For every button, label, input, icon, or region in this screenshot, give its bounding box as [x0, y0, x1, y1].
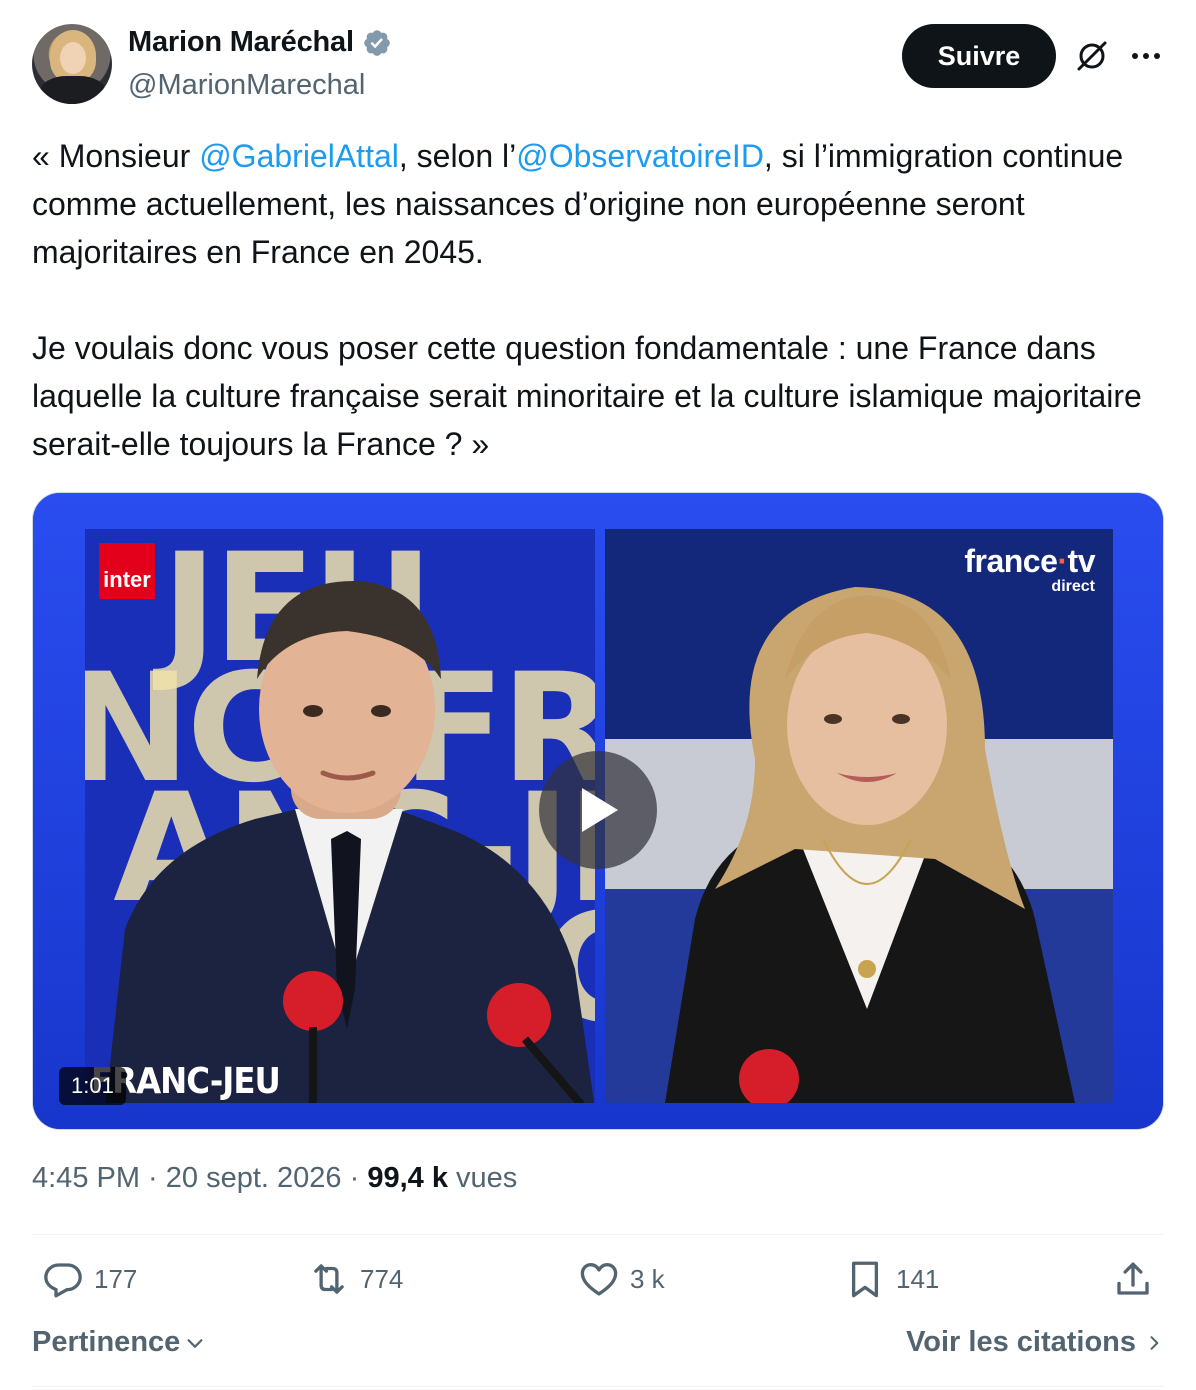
video-player[interactable]: JEU NC- FRANC ANC-JEU FR NC inter — [32, 492, 1164, 1130]
tweet-header: Marion Maréchal @MarionMarechal Suivre — [32, 24, 1164, 106]
author-name-row: Marion Maréchal — [128, 26, 392, 59]
share-button[interactable] — [1112, 1258, 1154, 1300]
france-tv-logo-word: france — [964, 543, 1058, 579]
france-tv-logo-word: tv — [1067, 543, 1096, 579]
sort-label: Pertinence — [32, 1326, 181, 1358]
play-button[interactable] — [539, 751, 657, 869]
views-label: vues — [447, 1162, 518, 1194]
avatar-body — [40, 76, 106, 104]
tweet-text-part: « Monsieur — [32, 138, 200, 174]
reply-controls: Pertinence Voir les citations — [32, 1326, 1164, 1370]
bookmark-count: 141 — [896, 1263, 940, 1294]
reply-icon — [44, 1263, 82, 1298]
avatar[interactable] — [32, 24, 112, 104]
author-name[interactable]: Marion Maréchal — [128, 26, 354, 59]
view-quotes-label: Voir les citations — [906, 1326, 1136, 1358]
reply-button[interactable]: 177 — [42, 1258, 137, 1300]
reply-count: 177 — [94, 1263, 138, 1294]
repost-button[interactable]: 774 — [308, 1258, 403, 1300]
repost-icon — [314, 1264, 344, 1294]
france-tv-logo-main: france·tv — [964, 543, 1095, 580]
like-button[interactable]: 3 k — [578, 1258, 665, 1300]
meta-separator: · — [140, 1162, 166, 1194]
tweet-meta: 4:45 PM · 20 sept. 2026 · 99,4 k vues — [32, 1162, 517, 1195]
author-handle[interactable]: @MarionMarechal — [128, 69, 365, 102]
grok-icon[interactable] — [1074, 38, 1110, 74]
tweet-text: « Monsieur @GabrielAttal, selon l’@Obser… — [32, 132, 1172, 468]
share-icon — [1117, 1262, 1149, 1295]
inter-logo: inter — [99, 543, 155, 599]
bookmark-icon — [851, 1261, 879, 1298]
meta-separator: · — [341, 1162, 368, 1194]
follow-button[interactable]: Suivre — [902, 24, 1056, 88]
verified-badge-icon — [364, 29, 390, 56]
speaker-right-figure — [665, 587, 1075, 1103]
speaker-left-figure — [105, 580, 595, 1103]
divider — [32, 1386, 1164, 1387]
repost-count: 774 — [360, 1263, 404, 1294]
france-tv-logo-dot: · — [1057, 543, 1068, 579]
like-count: 3 k — [630, 1263, 665, 1294]
divider — [32, 1234, 1164, 1235]
action-bar: 177 774 3 k 141 — [32, 1258, 1164, 1314]
view-count: 99,4 k — [367, 1162, 448, 1194]
sort-dropdown[interactable]: Pertinence — [32, 1326, 206, 1359]
tweet-date[interactable]: 20 sept. 2026 — [166, 1162, 342, 1194]
video-duration: 1:01 — [59, 1067, 126, 1105]
avatar-face — [60, 42, 86, 74]
chevron-right-icon — [1150, 1335, 1159, 1350]
france-tv-logo-sub: direct — [1051, 578, 1095, 595]
mention-link[interactable]: @GabrielAttal — [199, 138, 399, 174]
tweet-time[interactable]: 4:45 PM — [32, 1162, 140, 1194]
heart-icon — [580, 1262, 618, 1296]
mention-link[interactable]: @ObservatoireID — [516, 138, 764, 174]
france-tv-logo: france·tv direct — [964, 543, 1095, 596]
video-left-frame: JEU NC- FRANC ANC-JEU FR NC inter — [85, 529, 595, 1103]
play-icon — [582, 788, 618, 832]
tweet-text-part: , si l’immigration continue comme actuel… — [32, 138, 1142, 462]
view-quotes-link[interactable]: Voir les citations — [906, 1326, 1164, 1359]
tweet-text-part: , selon l’ — [398, 138, 517, 174]
chevron-down-icon — [187, 1338, 203, 1348]
bookmark-button[interactable]: 141 — [844, 1258, 939, 1300]
video-right-frame: france·tv direct — [605, 529, 1113, 1103]
more-icon[interactable] — [1128, 38, 1164, 74]
